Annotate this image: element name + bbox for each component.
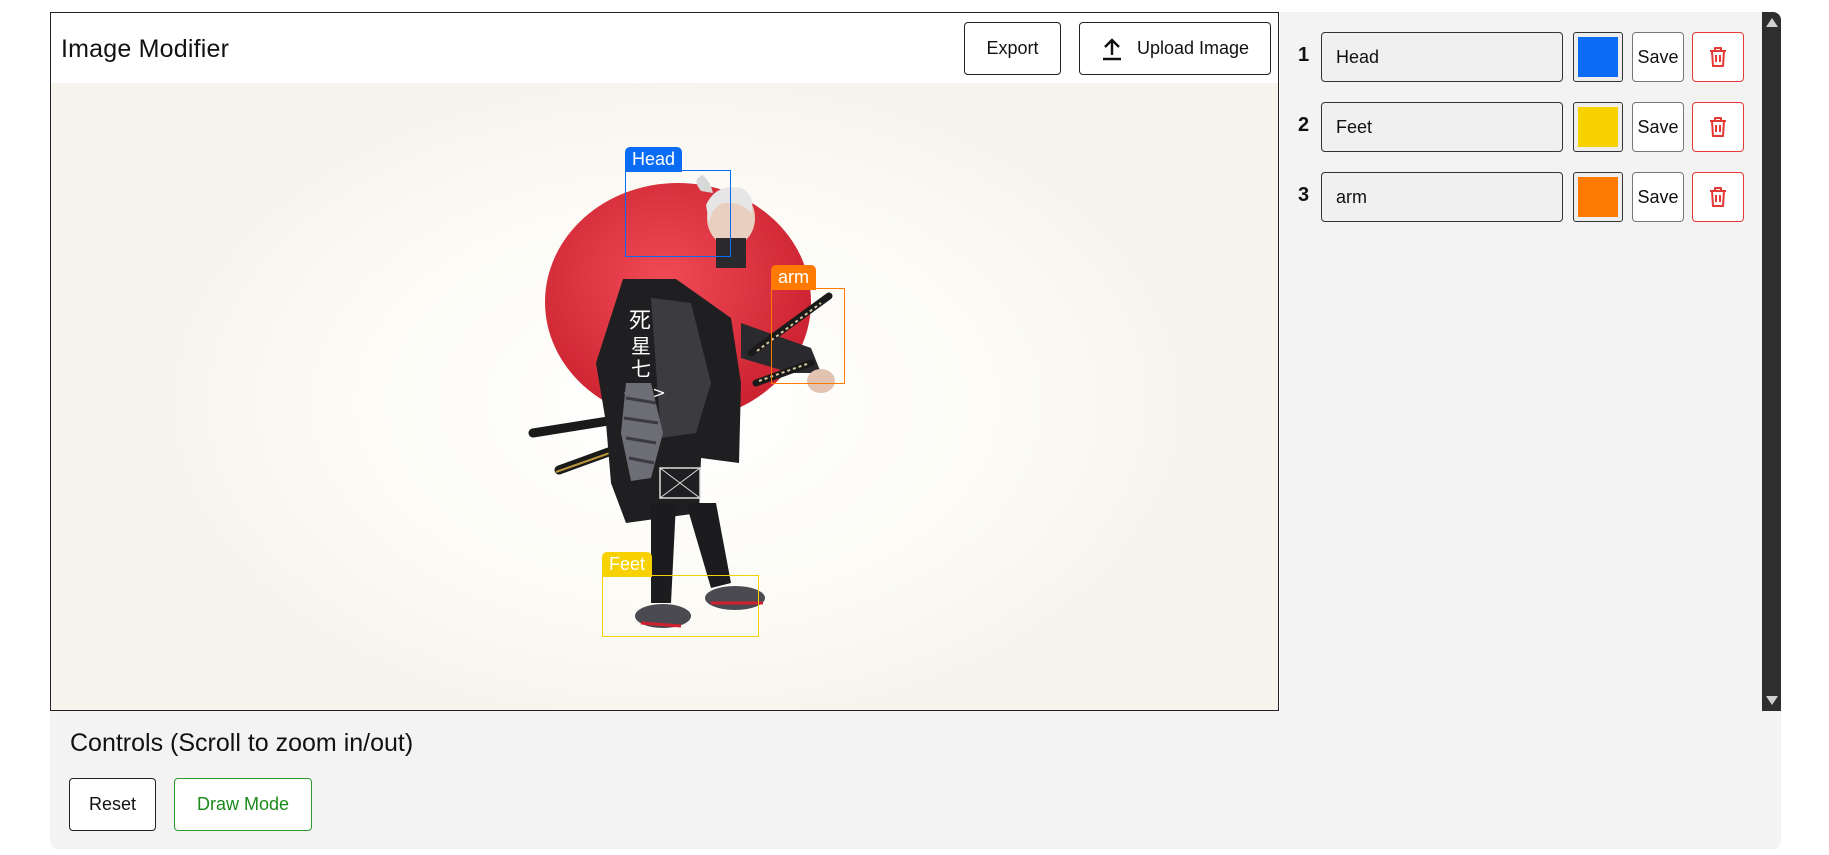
delete-button[interactable] [1692,102,1744,152]
image-editor-panel: Image Modifier Export Upload Image 死 星 七… [50,12,1279,711]
save-button[interactable]: Save [1632,172,1684,222]
trash-icon [1710,187,1726,207]
color-picker[interactable] [1573,102,1623,152]
row-number: 3 [1298,184,1310,206]
trash-icon [1710,117,1726,137]
delete-button[interactable] [1692,172,1744,222]
scroll-up-arrow-icon[interactable] [1766,18,1778,27]
sidebar-scrollbar[interactable] [1762,12,1781,711]
annotation-list-sidebar: 1 Save 2 Save 3 Save [1280,12,1762,711]
upload-image-button[interactable]: Upload Image [1079,22,1271,75]
annotation-name-input[interactable] [1321,32,1563,82]
annotation-name-input[interactable] [1321,172,1563,222]
upload-icon [1102,37,1121,60]
page-title: Image Modifier [61,35,230,63]
svg-text:死: 死 [629,309,651,334]
controls-panel: Controls (Scroll to zoom in/out) Reset D… [50,711,1781,849]
upload-image-label: Upload Image [1136,38,1250,58]
draw-mode-button[interactable]: Draw Mode [174,778,312,831]
annotation-box-arm[interactable] [771,288,845,384]
image-canvas[interactable]: 死 星 七 <四> [51,83,1278,710]
editor-header: Image Modifier Export Upload Image [51,13,1278,83]
annotation-box-feet[interactable] [602,575,759,637]
row-number: 2 [1298,114,1310,136]
annotation-row: 1 Save [1280,30,1750,84]
controls-title: Controls (Scroll to zoom in/out) [70,729,414,757]
svg-text:星: 星 [631,334,651,358]
trash-icon [1710,47,1726,67]
row-number: 1 [1298,44,1310,66]
export-button[interactable]: Export [964,22,1061,75]
annotation-name-input[interactable] [1321,102,1563,152]
annotation-box-head[interactable] [625,170,731,257]
save-button[interactable]: Save [1632,32,1684,82]
annotation-label-head[interactable]: Head [625,147,683,172]
annotation-row: 3 Save [1280,170,1750,224]
reset-button[interactable]: Reset [69,778,156,831]
delete-button[interactable] [1692,32,1744,82]
color-picker[interactable] [1573,172,1623,222]
color-picker[interactable] [1573,32,1623,82]
scroll-down-arrow-icon[interactable] [1766,696,1778,705]
annotation-label-arm[interactable]: arm [771,265,816,290]
svg-text:七: 七 [631,357,651,381]
save-button[interactable]: Save [1632,102,1684,152]
annotation-row: 2 Save [1280,100,1750,154]
annotation-label-feet[interactable]: Feet [602,552,653,577]
